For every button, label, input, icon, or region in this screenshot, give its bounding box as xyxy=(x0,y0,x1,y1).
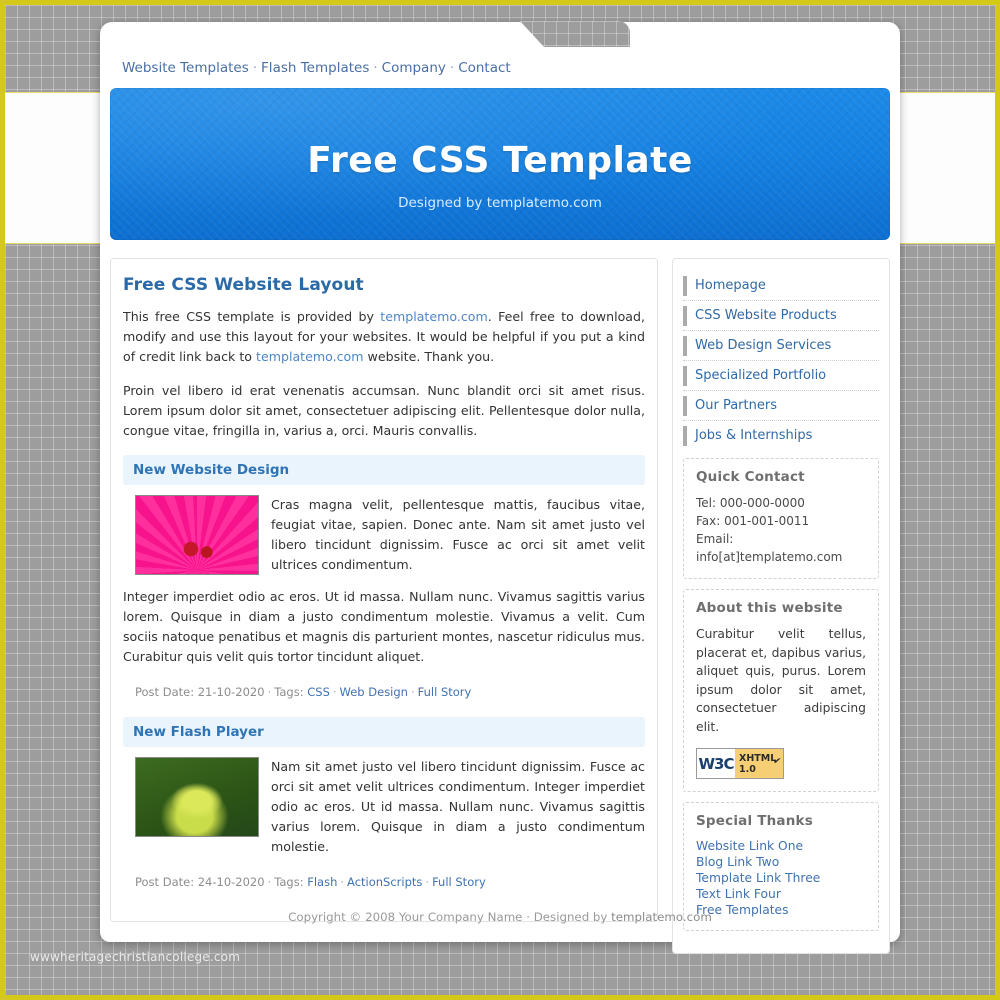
page-sheet: Website Templates · Flash Templates · Compan… xyxy=(100,21,900,954)
quick-contact-fax: Fax: 001-001-0011 xyxy=(696,514,810,528)
list-item: Website Link One xyxy=(696,838,866,854)
content-columns: Free CSS Website Layout This free CSS te… xyxy=(110,258,890,954)
post-item: New Website Design Cras magna velit, pel… xyxy=(123,455,645,699)
sidebar-item-homepage[interactable]: Homepage xyxy=(683,271,879,300)
list-item: Template Link Three xyxy=(696,870,866,886)
about-website-title: About this website xyxy=(696,600,843,616)
about-website-text: Curabitur velit tellus, placerat et, dap… xyxy=(696,627,866,734)
topnav-item-website-templates[interactable]: Website Templates xyxy=(122,60,249,76)
sidebar-item-our-partners[interactable]: Our Partners xyxy=(683,391,879,420)
list-item: Our Partners xyxy=(683,391,879,421)
list-item: Homepage xyxy=(683,271,879,301)
footer-templatemo-link[interactable]: templatemo.com xyxy=(611,910,712,924)
thanks-link-text-link-four[interactable]: Text Link Four xyxy=(696,886,866,902)
post-meta: Post Date: 24-10-2020 · Tags: Flash · Action… xyxy=(135,875,645,889)
list-item: Text Link Four xyxy=(696,886,866,902)
list-item: Specialized Portfolio xyxy=(683,361,879,391)
quick-contact-box: Quick Contact Tel: 000-000-0000 Fax: 001… xyxy=(683,458,879,579)
post-paragraph-2: Integer imperdiet odio ac eros. Ut id ma… xyxy=(123,589,645,664)
post-tag-actionscripts[interactable]: ActionScripts xyxy=(347,875,422,889)
post-date-value: 21-10-2020 xyxy=(197,685,265,699)
post-full-story-link[interactable]: Full Story xyxy=(418,685,472,699)
post-date-label: Post Date: xyxy=(135,685,195,699)
templatemo-link-1[interactable]: templatemo.com xyxy=(380,309,488,324)
quick-contact-title: Quick Contact xyxy=(696,469,805,485)
intro-text-a: This free CSS template is provided by xyxy=(123,309,381,324)
templatemo-link-2[interactable]: templatemo.com xyxy=(256,349,364,364)
sidebar-item-specialized-portfolio[interactable]: Specialized Portfolio xyxy=(683,361,879,390)
sidebar-item-web-design-services[interactable]: Web Design Services xyxy=(683,331,879,360)
post-heading-new-website-design[interactable]: New Website Design xyxy=(123,455,645,485)
post-date-label: Post Date: xyxy=(135,875,195,889)
post-heading-new-flash-player[interactable]: New Flash Player xyxy=(123,717,645,747)
post-tag-flash[interactable]: Flash xyxy=(307,875,337,889)
list-item: Web Design Services xyxy=(683,331,879,361)
meta-separator: · xyxy=(425,875,430,889)
list-item: Jobs & Internships xyxy=(683,421,879,450)
post-meta: Post Date: 21-10-2020 · Tags: CSS · Web Desi… xyxy=(135,685,645,699)
special-thanks-list: Website Link One Blog Link Two Template … xyxy=(696,838,866,918)
intro-paragraph-2: Proin vel libero id erat venenatis accum… xyxy=(123,383,645,438)
top-navigation: Website Templates · Flash Templates · Compan… xyxy=(122,60,511,76)
banner-tagline: Designed by templatemo.com xyxy=(398,195,602,211)
badge-xhtml-label: XHTML 1.0 ✔ xyxy=(735,749,783,778)
post-tag-web-design[interactable]: Web Design xyxy=(340,685,408,699)
main-content-column: Free CSS Website Layout This free CSS te… xyxy=(110,258,658,922)
checkmark-icon: ✔ xyxy=(772,755,782,768)
footer-separator: · xyxy=(526,910,530,924)
thanks-link-website-link-one[interactable]: Website Link One xyxy=(696,838,866,854)
w3c-xhtml-validation-badge-icon[interactable]: W3C XHTML 1.0 ✔ xyxy=(696,748,784,779)
quick-contact-email: Email: info[at]templatemo.com xyxy=(696,532,843,564)
meta-separator: · xyxy=(332,685,337,699)
topnav-item-company[interactable]: Company xyxy=(382,60,446,76)
post-item: New Flash Player Nam sit amet justo vel … xyxy=(123,717,645,889)
topnav-item-contact[interactable]: Contact xyxy=(458,60,511,76)
thanks-link-blog-link-two[interactable]: Blog Link Two xyxy=(696,854,866,870)
site-banner: Free CSS Template Designed by templatemo… xyxy=(110,88,890,240)
topnav-separator: · xyxy=(252,60,258,76)
post-full-story-link[interactable]: Full Story xyxy=(432,875,486,889)
topnav-separator: · xyxy=(449,60,455,76)
sidebar-navigation: Homepage CSS Website Products Web Design… xyxy=(683,271,879,450)
pink-flower-thumbnail xyxy=(135,495,259,575)
tags-label: Tags: xyxy=(274,685,304,699)
meta-separator: · xyxy=(267,685,272,699)
page-root: wwwheritagechristiancollege.com Website … xyxy=(0,0,1000,1000)
sidebar-column: Homepage CSS Website Products Web Design… xyxy=(672,258,890,954)
footer-copyright: Copyright © 2008 Your Company Name xyxy=(288,910,523,924)
special-thanks-title: Special Thanks xyxy=(696,813,813,829)
footer-designed-label: Designed by xyxy=(533,910,612,924)
page-footer: Copyright © 2008 Your Company Name · Des… xyxy=(110,910,890,924)
about-website-box: About this website Curabitur velit tellu… xyxy=(683,589,879,792)
meta-separator: · xyxy=(410,685,415,699)
page-title: Free CSS Website Layout xyxy=(123,275,364,295)
meta-separator: · xyxy=(340,875,345,889)
thanks-link-template-link-three[interactable]: Template Link Three xyxy=(696,870,866,886)
topnav-separator: · xyxy=(373,60,378,76)
quick-contact-tel: Tel: 000-000-0000 xyxy=(696,496,805,510)
post-date-value: 24-10-2020 xyxy=(197,875,265,889)
sidebar-item-jobs-internships[interactable]: Jobs & Internships xyxy=(683,421,879,450)
topnav-item-flash-templates[interactable]: Flash Templates xyxy=(261,60,369,76)
tags-label: Tags: xyxy=(274,875,304,889)
sidebar-item-css-website-products[interactable]: CSS Website Products xyxy=(683,301,879,330)
post-body: Nam sit amet justo vel libero tincidunt … xyxy=(123,757,645,869)
post-body: Cras magna velit, pellentesque mattis, f… xyxy=(123,495,645,679)
post-tag-css[interactable]: CSS xyxy=(307,685,330,699)
list-item: Blog Link Two xyxy=(696,854,866,870)
banner-title: Free CSS Template xyxy=(307,140,693,181)
meta-separator: · xyxy=(267,875,272,889)
intro-text-c: website. Thank you. xyxy=(363,349,495,364)
green-plant-thumbnail xyxy=(135,757,259,837)
w3c-logo-text: W3C xyxy=(697,749,735,778)
intro-paragraph-1: This free CSS template is provided by te… xyxy=(123,307,645,367)
list-item: CSS Website Products xyxy=(683,301,879,331)
